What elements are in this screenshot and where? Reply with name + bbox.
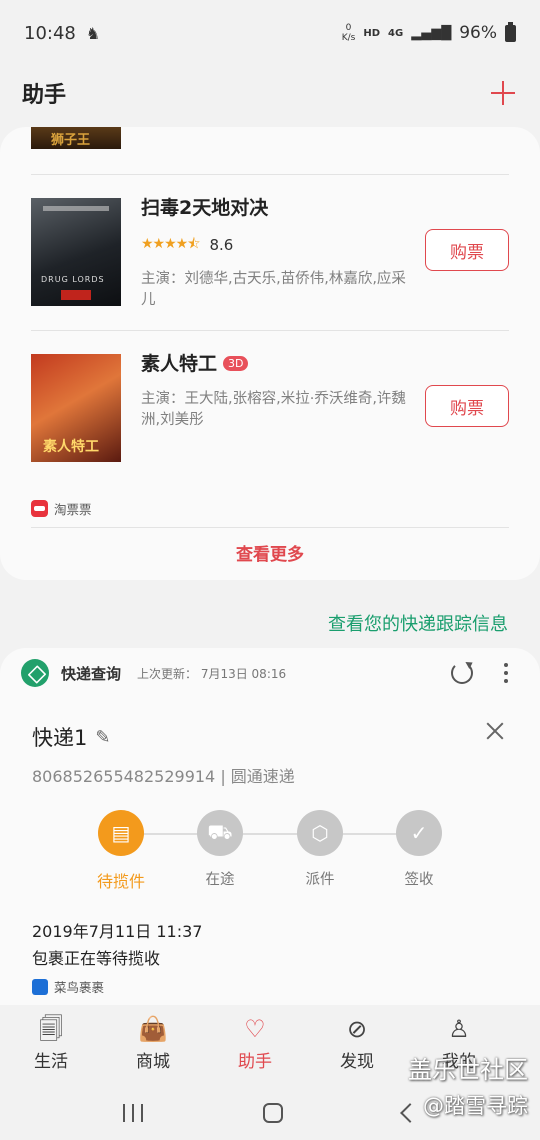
shopping-bag-icon: 👜 [138, 1015, 168, 1043]
movie-poster[interactable]: 素人特工 [31, 354, 121, 462]
movie-cast: 主演：刘德华,古天乐,苗侨伟,林嘉欣,应采儿 [141, 271, 406, 308]
close-icon[interactable] [484, 720, 506, 742]
see-more-button[interactable]: 查看更多 [0, 540, 540, 565]
home-icon[interactable] [263, 1102, 283, 1123]
tracking-info-link[interactable]: 查看您的快递跟踪信息 [328, 610, 508, 636]
movie-poster-partial[interactable]: 狮子王 [31, 127, 121, 149]
movie-poster[interactable]: DRUG LORDS [31, 198, 121, 306]
app-header: 助手 [0, 66, 540, 120]
page-title: 助手 [22, 83, 67, 108]
provider-cainiao[interactable]: 菜鸟裹裹 [32, 977, 104, 996]
status-bar: 10:48 ♞ 0 K/s HD 4G ▂▄▆█ 96% [0, 0, 540, 66]
status-indicators: 0 K/s HD 4G ▂▄▆█ 96% [341, 21, 516, 43]
3d-badge: 3D [223, 356, 249, 371]
network-indicator: 4G [388, 27, 404, 39]
watermark: 盖乐世社区 @踏雪寻踪 [408, 1056, 528, 1118]
step-in-transit: ⛟ 在途 [175, 810, 265, 889]
add-button[interactable] [488, 78, 518, 108]
person-icon: ♙ [448, 1015, 470, 1043]
provider-taopiaopiao[interactable]: 淘票票 [31, 499, 92, 518]
receipt-icon: ▤ [98, 810, 144, 856]
refresh-icon[interactable] [451, 662, 473, 684]
truck-icon: ⛟ [197, 810, 243, 856]
rating-value: 8.6 [209, 236, 234, 254]
battery-percent: 96% [459, 23, 497, 43]
movie-card: 狮子王 DRUG LORDS 扫毒2天地对决 ★★★★⯪ 8.6 主演：刘德华,… [0, 127, 540, 580]
rating-stars-icon: ★★★★⯪ [141, 236, 200, 252]
movie-cast: 主演：王大陆,张榕容,米拉·乔沃维奇,许魏洲,刘美彤 [141, 391, 406, 428]
movie-item[interactable]: DRUG LORDS 扫毒2天地对决 ★★★★⯪ 8.6 主演：刘德华,古天乐,… [0, 197, 540, 308]
delivery-progress: ▤ 待揽件 ⛟ 在途 ⬡ 派件 ✓ 签收 [0, 810, 540, 892]
divider [31, 330, 509, 331]
taopiaopiao-icon [31, 500, 48, 517]
package-box-icon [21, 659, 49, 687]
hd-indicator: HD [363, 27, 381, 39]
battery-icon [505, 21, 516, 42]
compass-icon: ⊘ [346, 1015, 368, 1043]
nav-life[interactable]: 🗐 生活 [0, 1005, 102, 1085]
bookmark-icon: 🗐 [39, 1015, 63, 1043]
tracking-number: 806852655482529914 | 圆通速递 [32, 767, 295, 786]
step-signed: ✓ 签收 [374, 810, 464, 889]
package-icon: ⬡ [297, 810, 343, 856]
movie-title[interactable]: 扫毒2天地对决 [141, 193, 268, 220]
cainiao-icon [32, 978, 48, 995]
status-time: 10:48 [24, 22, 76, 44]
movie-item[interactable]: 素人特工 素人特工 3D 主演：王大陆,张榕容,米拉·乔沃维奇,许魏洲,刘美彤 购… [0, 353, 540, 464]
nav-assistant[interactable]: ♡ 助手 [204, 1005, 306, 1085]
event-description: 包裹正在等待揽收 [32, 949, 161, 968]
buy-ticket-button[interactable]: 购票 [425, 385, 509, 427]
check-icon: ✓ [396, 810, 442, 856]
step-pending-pickup: ▤ 待揽件 [76, 810, 166, 892]
divider [31, 174, 509, 175]
net-speed: 0 K/s [341, 23, 356, 43]
nav-discover[interactable]: ⊘ 发现 [306, 1005, 408, 1085]
movie-title[interactable]: 素人特工 3D [141, 349, 249, 376]
express-card: 快递查询 上次更新： 7月13日 08:16 快递1 ✎ 80685265548… [0, 648, 540, 1008]
package-name: 快递1 ✎ [32, 726, 111, 750]
notification-icon: ♞ [85, 23, 101, 43]
heart-icon: ♡ [244, 1015, 266, 1043]
divider [31, 527, 509, 528]
recent-apps-icon[interactable] [123, 1103, 143, 1122]
nav-mall[interactable]: 👜 商城 [102, 1005, 204, 1085]
more-options-icon[interactable] [504, 663, 508, 683]
edit-pencil-icon[interactable]: ✎ [95, 727, 110, 748]
express-title: 快递查询 [61, 664, 122, 683]
signal-icon: ▂▄▆█ [411, 25, 452, 41]
event-time: 2019年7月11日 11:37 [32, 922, 203, 941]
buy-ticket-button[interactable]: 购票 [425, 229, 509, 271]
movie-rating: ★★★★⯪ 8.6 [141, 233, 233, 257]
step-delivering: ⬡ 派件 [275, 810, 365, 889]
last-updated: 上次更新： 7月13日 08:16 [137, 666, 287, 681]
